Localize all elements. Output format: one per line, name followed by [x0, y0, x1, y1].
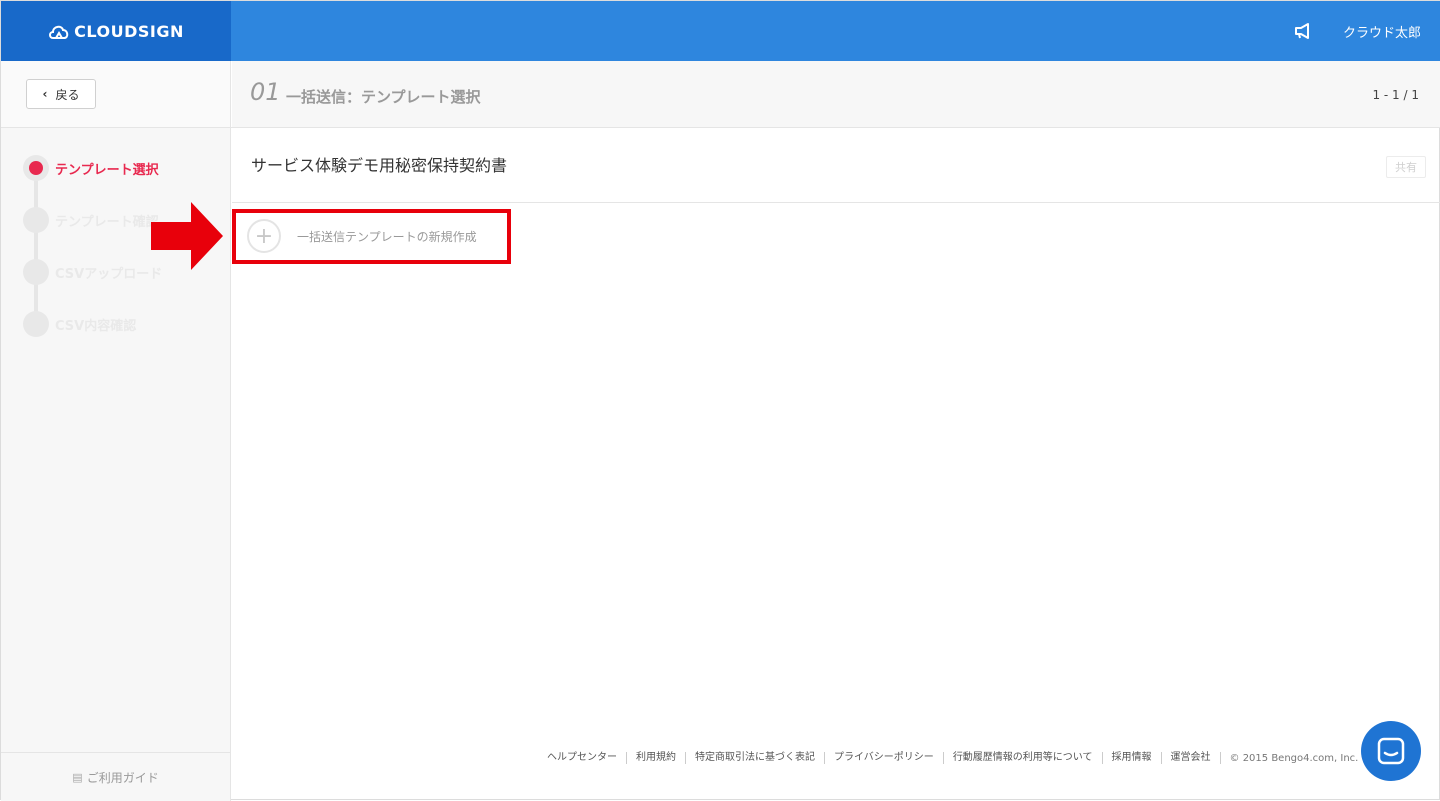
footer-link-terms[interactable]: 利用規約 — [627, 752, 686, 764]
sub-header-left: ‹ 戻る — [1, 61, 231, 127]
template-list-item[interactable]: サービス体験デモ用秘密保持契約書 共有 — [232, 128, 1440, 203]
sub-header-right: 01 一括送信：テンプレート選択 1 - 1 / 1 — [232, 61, 1440, 127]
footer-link-commerce[interactable]: 特定商取引法に基づく表記 — [686, 752, 825, 764]
shared-badge: 共有 — [1386, 156, 1426, 178]
user-guide-label: ご利用ガイド — [86, 770, 159, 785]
template-name: サービス体験デモ用秘密保持契約書 — [251, 156, 508, 175]
footer: ヘルプセンター 利用規約 特定商取引法に基づく表記 プライバシーポリシー 行動履… — [547, 752, 1358, 764]
cloud-logo-icon — [49, 25, 69, 39]
step-dot-icon — [23, 155, 49, 181]
step-dot-icon — [23, 311, 49, 337]
copyright: © 2015 Bengo4.com, Inc. — [1229, 752, 1359, 764]
user-menu[interactable]: クラウド太郎 — [1343, 22, 1421, 41]
back-button[interactable]: ‹ 戻る — [26, 79, 96, 109]
step-csv-confirm: CSV内容確認 — [23, 311, 136, 337]
logo-text: CLOUDSIGN — [74, 21, 184, 41]
step-dot-icon — [23, 259, 49, 285]
step-template-select: テンプレート選択 — [23, 155, 159, 181]
back-button-label: 戻る — [55, 87, 80, 102]
step-progress-line — [34, 168, 38, 328]
chat-launcher-button[interactable] — [1361, 721, 1421, 781]
page-title: 一括送信：テンプレート選択 — [286, 88, 481, 106]
step-label: CSV内容確認 — [55, 318, 137, 334]
user-guide-link[interactable]: ▤ ご利用ガイド — [1, 752, 230, 801]
step-label: テンプレート選択 — [55, 162, 159, 178]
footer-link-careers[interactable]: 採用情報 — [1103, 752, 1162, 764]
plus-icon: + — [247, 219, 281, 253]
step-dot-icon — [23, 207, 49, 233]
footer-link-help[interactable]: ヘルプセンター — [547, 752, 627, 764]
app-frame: CLOUDSIGN クラウド太郎 ‹ 戻る 01 一括送信：テンプレート選択 1… — [0, 0, 1440, 801]
new-bulk-template-button[interactable]: + 一括送信テンプレートの新規作成 — [247, 218, 477, 254]
megaphone-icon[interactable] — [1293, 21, 1313, 41]
step-csv-upload: CSVアップロード — [23, 259, 162, 285]
chat-icon — [1377, 737, 1405, 765]
footer-link-company[interactable]: 運営会社 — [1162, 752, 1221, 764]
book-icon: ▤ — [72, 770, 83, 784]
step-template-confirm: テンプレート確認 — [23, 207, 159, 233]
red-arrow-icon — [151, 202, 223, 270]
step-label: テンプレート確認 — [55, 214, 159, 230]
pagination-info: 1 - 1 / 1 — [1372, 88, 1419, 102]
new-bulk-template-label: 一括送信テンプレートの新規作成 — [297, 229, 477, 244]
step-label: CSVアップロード — [55, 266, 163, 282]
footer-link-privacy[interactable]: プライバシーポリシー — [825, 752, 944, 764]
chevron-left-icon: ‹ — [42, 87, 48, 101]
top-header: CLOUDSIGN クラウド太郎 — [1, 1, 1440, 61]
logo[interactable]: CLOUDSIGN — [1, 1, 231, 61]
sub-header: ‹ 戻る 01 一括送信：テンプレート選択 1 - 1 / 1 — [1, 61, 1440, 128]
step-number: 01 — [250, 78, 281, 106]
footer-link-behavior-data[interactable]: 行動履歴情報の利用等について — [944, 752, 1103, 764]
